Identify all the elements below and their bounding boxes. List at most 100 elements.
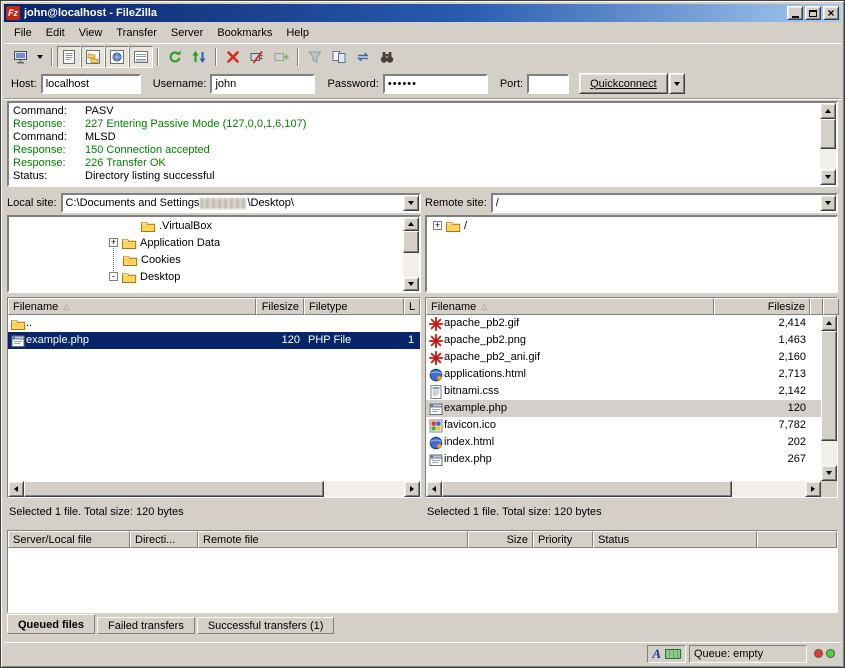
scroll-thumb[interactable] [442,481,732,497]
quickconnect-dropdown[interactable] [669,73,685,94]
remote-file-row[interactable]: applications.html 2,713 [426,366,821,383]
tree-item-root[interactable]: + / [427,217,836,234]
column-header-priority[interactable]: Priority [533,531,593,548]
remote-file-row[interactable]: apache_pb2.png 1,463 [426,332,821,349]
maximize-button[interactable] [805,6,821,20]
combo-dropdown-button[interactable] [403,195,419,211]
column-header-filesize[interactable]: Filesize [714,298,810,315]
log-scrollbar[interactable] [820,103,836,185]
scroll-down-button[interactable] [403,277,419,291]
minimize-button[interactable] [787,6,803,20]
host-input[interactable] [41,74,141,94]
local-file-row-example-php[interactable]: example.php 120 PHP File 1 [8,332,420,349]
column-header-status[interactable]: Status [593,531,757,548]
menu-file[interactable]: File [7,24,39,42]
disconnect-button[interactable] [245,46,269,68]
column-header-filename[interactable]: Filename△ [8,298,256,315]
scroll-left-button[interactable] [426,481,442,497]
tab-successful-transfers[interactable]: Successful transfers (1) [197,617,335,634]
scroll-thumb[interactable] [821,331,837,441]
scroll-thumb[interactable] [24,481,324,497]
username-input[interactable] [210,74,315,94]
scroll-left-button[interactable] [8,481,24,497]
remote-file-row-example-php[interactable]: example.php 120 [426,400,821,417]
synchronized-browsing-button[interactable] [351,46,375,68]
scroll-up-button[interactable] [403,217,419,231]
expand-icon[interactable]: + [109,238,118,247]
cancel-button[interactable] [221,46,245,68]
reconnect-button[interactable] [269,46,293,68]
menu-transfer[interactable]: Transfer [109,24,164,42]
tree-item-desktop[interactable]: - Desktop [9,268,419,285]
refresh-icon [167,49,183,65]
menu-server[interactable]: Server [164,24,210,42]
remote-file-row[interactable]: apache_pb2_ani.gif 2,160 [426,349,821,366]
tree-item-virtualbox[interactable]: .VirtualBox [9,217,419,234]
local-list-hscrollbar[interactable] [8,481,420,497]
scroll-up-button[interactable] [821,315,837,331]
remote-file-row[interactable]: favicon.ico 7,782 [426,417,821,434]
local-site-combo[interactable]: C:\Documents and Settings\Desktop\ [61,193,421,213]
combo-dropdown-button[interactable] [820,195,836,211]
tree-item-cookies[interactable]: Cookies [9,251,419,268]
raw-listing-icon[interactable] [665,649,681,659]
menu-view[interactable]: View [72,24,110,42]
menu-help[interactable]: Help [279,24,316,42]
remote-file-row[interactable]: index.html 202 [426,434,821,451]
column-header-filetype[interactable]: Filetype [304,298,404,315]
menu-edit[interactable]: Edit [39,24,72,42]
compare-button[interactable] [327,46,351,68]
local-tree-scrollbar[interactable] [403,217,419,291]
scroll-right-button[interactable] [404,481,420,497]
tab-queued-files[interactable]: Queued files [7,614,95,634]
cancel-icon [225,49,241,65]
title-bar[interactable]: Fz john@localhost - FileZilla [4,4,841,22]
toggle-local-tree-button[interactable] [81,46,105,68]
column-header-filesize[interactable]: Filesize [256,298,304,315]
remote-site-combo[interactable]: / [491,193,838,213]
password-input[interactable] [383,74,488,94]
column-header-filename[interactable]: Filename△ [426,298,714,315]
column-header-last-modified[interactable]: L [404,298,420,315]
scroll-down-button[interactable] [820,169,836,185]
column-header-direction[interactable]: Directi... [130,531,198,548]
process-queue-button[interactable] [187,46,211,68]
tab-failed-transfers[interactable]: Failed transfers [97,617,195,634]
scroll-thumb[interactable] [403,231,419,253]
remote-list-hscrollbar[interactable] [426,481,821,497]
port-input[interactable] [527,74,569,94]
refresh-button[interactable] [163,46,187,68]
column-header-remote-file[interactable]: Remote file [198,531,468,548]
menu-bookmarks[interactable]: Bookmarks [210,24,279,42]
site-manager-dropdown[interactable] [33,46,47,68]
filter-button[interactable] [303,46,327,68]
local-file-row-parent[interactable]: .. [8,315,420,332]
scroll-down-button[interactable] [821,465,837,481]
menu-bar: File Edit View Transfer Server Bookmarks… [4,23,841,43]
remote-directory-tree: + / [425,215,838,293]
transfer-type-icon[interactable]: A [652,647,661,660]
quickconnect-button[interactable]: Quickconnect [579,73,668,94]
expand-icon[interactable]: + [433,221,442,230]
remote-file-row[interactable]: apache_pb2.gif 2,414 [426,315,821,332]
scroll-up-button[interactable] [820,103,836,119]
site-manager-button[interactable] [9,46,33,68]
scroll-right-button[interactable] [805,481,821,497]
remote-list-vscrollbar[interactable] [821,315,837,481]
remote-pane: Remote site: / + / Filename△ Filesize [425,193,838,523]
remote-file-row[interactable]: index.php 267 [426,451,821,468]
collapse-icon[interactable]: - [109,272,118,281]
toolbar-separator [51,48,53,66]
remote-file-row[interactable]: bitnami.css 2,142 [426,383,821,400]
close-button[interactable] [823,6,839,20]
toggle-remote-tree-button[interactable] [105,46,129,68]
tree-item-application-data[interactable]: + Application Data [9,234,419,251]
log-line: Response:227 Entering Passive Mode (127,… [13,118,816,131]
scroll-thumb[interactable] [820,119,836,149]
toggle-message-log-button[interactable] [57,46,81,68]
html-file-icon [428,435,444,451]
toggle-transfer-queue-button[interactable] [129,46,153,68]
column-header-server-local-file[interactable]: Server/Local file [8,531,130,548]
find-files-button[interactable] [375,46,399,68]
column-header-size[interactable]: Size [468,531,533,548]
